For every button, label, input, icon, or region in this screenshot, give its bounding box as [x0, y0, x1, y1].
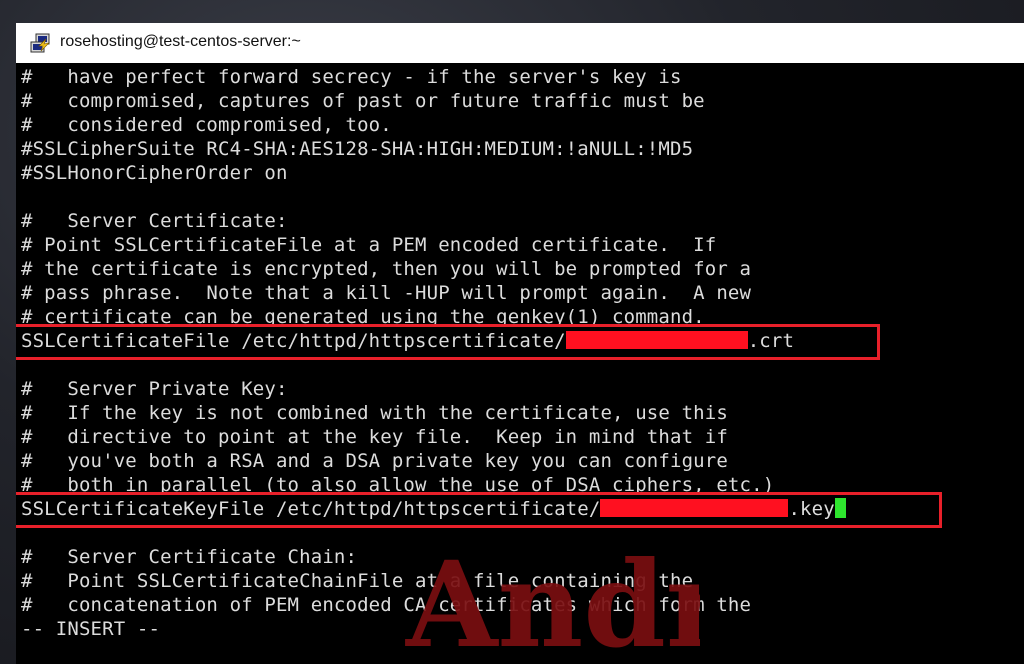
highlight-box-certificate — [16, 324, 880, 360]
terminal-window: rosehosting@test-centos-server:~ # have … — [16, 23, 1024, 664]
terminal-line: # If the key is not combined with the ce… — [21, 402, 728, 424]
highlight-box-key — [16, 492, 942, 528]
terminal-line: # directive to point at the key file. Ke… — [21, 426, 728, 448]
window-title: rosehosting@test-centos-server:~ — [60, 33, 301, 50]
terminal-line: # Server Private Key: — [21, 378, 288, 400]
terminal-line: # the certificate is encrypted, then you… — [21, 258, 752, 280]
terminal-line: # considered compromised, too. — [21, 114, 392, 136]
terminal-line: # have perfect forward secrecy - if the … — [21, 66, 682, 88]
terminal-line: # Point SSLCertificateChainFile at a fil… — [21, 570, 694, 592]
terminal-line: #SSLHonorCipherOrder on — [21, 162, 288, 184]
title-bar[interactable]: rosehosting@test-centos-server:~ — [16, 23, 1024, 63]
terminal-line: # compromised, captures of past or futur… — [21, 90, 705, 112]
terminal-line: # you've both a RSA and a DSA private ke… — [21, 450, 728, 472]
terminal-line: # concatenation of PEM encoded CA certif… — [21, 594, 752, 616]
terminal-line: # Point SSLCertificateFile at a PEM enco… — [21, 234, 717, 256]
putty-icon — [30, 33, 50, 53]
terminal-content[interactable]: # have perfect forward secrecy - if the … — [16, 63, 1024, 664]
terminal-line: # Server Certificate Chain: — [21, 546, 358, 568]
vim-mode-status: -- INSERT -- — [21, 618, 161, 640]
terminal-line: # pass phrase. Note that a kill -HUP wil… — [21, 282, 752, 304]
terminal-line: # Server Certificate: — [21, 210, 288, 232]
terminal-line: #SSLCipherSuite RC4-SHA:AES128-SHA:HIGH:… — [21, 138, 694, 160]
